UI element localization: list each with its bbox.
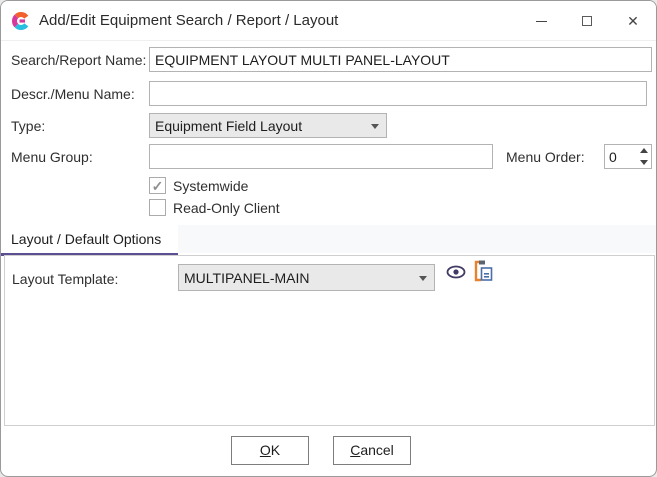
read-only-client-row: Read-Only Client [149, 199, 280, 216]
type-dropdown-value: Equipment Field Layout [155, 118, 302, 134]
tab-layout-default-options[interactable]: Layout / Default Options [1, 225, 178, 253]
search-report-name-label: Search/Report Name: [11, 52, 146, 68]
preview-eye-icon[interactable] [445, 263, 467, 281]
minimize-icon [536, 21, 547, 22]
read-only-client-label: Read-Only Client [173, 200, 280, 216]
read-only-client-checkbox[interactable] [149, 199, 166, 216]
dialog-window: Add/Edit Equipment Search / Report / Lay… [0, 0, 657, 477]
descr-menu-name-label: Descr./Menu Name: [11, 86, 135, 102]
menu-order-label: Menu Order: [506, 149, 585, 165]
menu-order-spin-buttons [637, 145, 651, 168]
cancel-button[interactable]: Cancel [333, 436, 411, 465]
title-bar: Add/Edit Equipment Search / Report / Lay… [1, 1, 656, 41]
systemwide-row: ✓ Systemwide [149, 177, 248, 194]
close-button[interactable]: ✕ [610, 1, 656, 41]
arrow-up-icon [640, 148, 648, 153]
type-label: Type: [11, 118, 45, 134]
layout-template-value: MULTIPANEL-MAIN [184, 270, 310, 286]
layout-options-panel: Layout Template: MULTIPANEL-MAIN [4, 255, 655, 426]
menu-order-stepper [604, 144, 652, 169]
spin-down-button[interactable] [637, 157, 651, 169]
paste-layout-icon[interactable] [471, 259, 493, 283]
maximize-button[interactable] [564, 1, 610, 41]
menu-group-label: Menu Group: [11, 149, 93, 165]
type-dropdown[interactable]: Equipment Field Layout [149, 113, 387, 138]
descr-menu-name-input[interactable] [149, 81, 647, 106]
chevron-down-icon [419, 276, 427, 281]
window-title: Add/Edit Equipment Search / Report / Lay… [39, 1, 338, 41]
spin-up-button[interactable] [637, 145, 651, 157]
app-logo-icon [11, 11, 31, 31]
chevron-down-icon [371, 124, 379, 129]
menu-order-input[interactable] [605, 145, 637, 168]
window-controls: ✕ [518, 1, 656, 41]
close-icon: ✕ [627, 14, 639, 28]
tab-label: Layout / Default Options [1, 231, 161, 247]
search-report-name-input[interactable] [149, 47, 652, 72]
tab-strip: Layout / Default Options [1, 225, 656, 253]
ok-button[interactable]: OK [231, 436, 309, 465]
arrow-down-icon [640, 160, 648, 165]
menu-group-input[interactable] [149, 144, 493, 169]
systemwide-checkbox[interactable]: ✓ [149, 177, 166, 194]
check-icon: ✓ [152, 179, 164, 193]
maximize-icon [582, 16, 592, 26]
systemwide-label: Systemwide [173, 178, 248, 194]
layout-template-dropdown[interactable]: MULTIPANEL-MAIN [178, 264, 435, 291]
minimize-button[interactable] [518, 1, 564, 41]
layout-template-label: Layout Template: [12, 271, 118, 287]
